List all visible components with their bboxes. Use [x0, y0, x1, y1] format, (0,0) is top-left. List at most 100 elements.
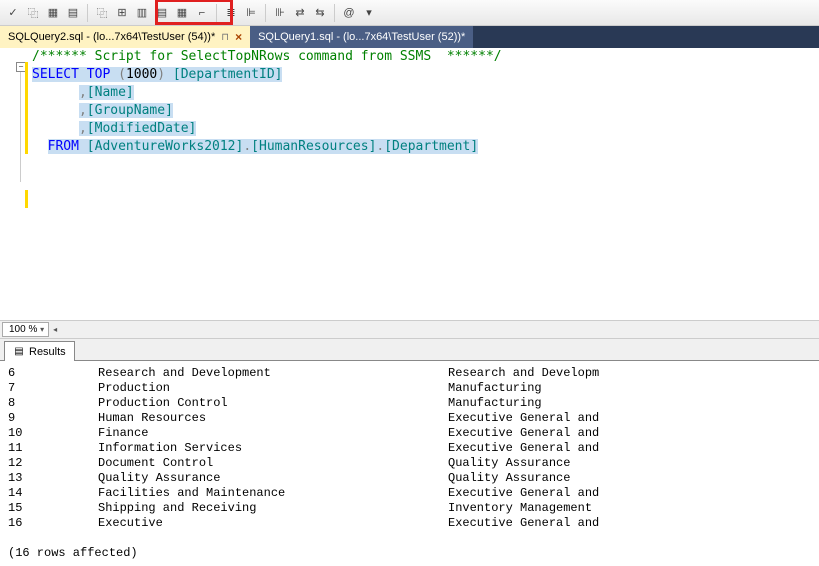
cell-group: Executive General and — [448, 426, 811, 441]
cell-id: 16 — [8, 516, 98, 531]
results-tab[interactable]: ▤ Results — [4, 341, 75, 361]
cell-id: 9 — [8, 411, 98, 426]
col-dept: [DepartmentID] — [173, 67, 283, 82]
change-marker — [25, 190, 28, 208]
tb-grid3-icon[interactable]: ▤ — [64, 4, 82, 22]
col-name: [Name] — [87, 85, 134, 100]
kw-top: TOP — [87, 67, 110, 82]
tb-at-icon[interactable]: @ — [340, 4, 358, 22]
tb-grid2-icon[interactable]: ▦ — [44, 4, 62, 22]
tb-indent2-icon[interactable]: ⊫ — [242, 4, 260, 22]
cell-name: Human Resources — [98, 411, 448, 426]
document-tabs: SQLQuery2.sql - (lo...7x64\TestUser (54)… — [0, 26, 819, 48]
cell-group: Research and Developm — [448, 366, 811, 381]
col-group: [GroupName] — [87, 103, 173, 118]
tb-indent3-icon[interactable]: ⊪ — [271, 4, 289, 22]
close-icon[interactable]: × — [235, 30, 242, 44]
cell-id: 14 — [8, 486, 98, 501]
tab-sqlquery1[interactable]: SQLQuery1.sql - (lo...7x64\TestUser (52)… — [250, 26, 473, 48]
cell-id: 11 — [8, 441, 98, 456]
cell-id: 12 — [8, 456, 98, 471]
tab-label: SQLQuery1.sql - (lo...7x64\TestUser (52)… — [258, 31, 465, 43]
tb-indent5-icon[interactable]: ⇆ — [311, 4, 329, 22]
tb-indent1-icon[interactable]: ≣ — [222, 4, 240, 22]
cell-id: 7 — [8, 381, 98, 396]
cell-id: 13 — [8, 471, 98, 486]
code-comment: /****** Script for SelectTopNRows comman… — [32, 49, 502, 64]
cell-name: Research and Development — [98, 366, 448, 381]
toolbar: ✓ ⿻ ▦ ▤ ⿻ ⊞ ▥ ▤ ▦ ⌐ ≣ ⊫ ⊪ ⇄ ⇆ @ ▾ — [0, 0, 819, 26]
tb-indent4-icon[interactable]: ⇄ — [291, 4, 309, 22]
tb-grid7-icon[interactable]: ▤ — [153, 4, 171, 22]
scroll-left-icon[interactable]: ◂ — [53, 325, 57, 334]
cell-id: 6 — [8, 366, 98, 381]
separator — [265, 4, 266, 22]
tab-label: SQLQuery2.sql - (lo...7x64\TestUser (54)… — [8, 31, 215, 43]
col-mod: [ModifiedDate] — [87, 121, 197, 136]
tb-grid9-icon[interactable]: ⌐ — [193, 4, 211, 22]
result-row[interactable]: 6Research and DevelopmentResearch and De… — [8, 366, 811, 381]
zoom-value: 100 % — [9, 324, 37, 335]
cell-group: Executive General and — [448, 411, 811, 426]
topn: 1000 — [126, 67, 157, 82]
cell-id: 8 — [8, 396, 98, 411]
result-row[interactable]: 12Document ControlQuality Assurance — [8, 456, 811, 471]
cell-name: Shipping and Receiving — [98, 501, 448, 516]
cell-group: Executive General and — [448, 516, 811, 531]
code-content: /****** Script for SelectTopNRows comman… — [32, 48, 819, 320]
kw-from: FROM — [48, 139, 79, 154]
cell-group: Quality Assurance — [448, 471, 811, 486]
results-panel[interactable]: 6Research and DevelopmentResearch and De… — [0, 360, 819, 566]
cell-name: Production Control — [98, 396, 448, 411]
tab-sqlquery2[interactable]: SQLQuery2.sql - (lo...7x64\TestUser (54)… — [0, 26, 250, 48]
tb-check-icon[interactable]: ✓ — [4, 4, 22, 22]
separator — [87, 4, 88, 22]
zoom-select[interactable]: 100 % ▾ — [2, 322, 49, 337]
cell-id: 10 — [8, 426, 98, 441]
separator — [216, 4, 217, 22]
pin-icon[interactable]: ⊓ — [221, 32, 229, 43]
sch: [HumanResources] — [251, 139, 376, 154]
cell-group: Quality Assurance — [448, 456, 811, 471]
cell-group: Executive General and — [448, 486, 811, 501]
results-icon: ▤ — [13, 346, 25, 358]
cell-name: Document Control — [98, 456, 448, 471]
result-row[interactable]: 7ProductionManufacturing — [8, 381, 811, 396]
code-editor[interactable]: − /****** Script for SelectTopNRows comm… — [0, 48, 819, 320]
cell-name: Quality Assurance — [98, 471, 448, 486]
cell-name: Finance — [98, 426, 448, 441]
cell-group: Manufacturing — [448, 396, 811, 411]
tb-dropdown-icon[interactable]: ▾ — [360, 4, 378, 22]
tb-grid5-icon[interactable]: ⊞ — [113, 4, 131, 22]
tb-grid1-icon[interactable]: ⿻ — [24, 4, 42, 22]
cell-group: Inventory Management — [448, 501, 811, 516]
tb-grid4-icon[interactable]: ⿻ — [93, 4, 111, 22]
result-row[interactable]: 16ExecutiveExecutive General and — [8, 516, 811, 531]
cell-name: Facilities and Maintenance — [98, 486, 448, 501]
result-row[interactable]: 8Production ControlManufacturing — [8, 396, 811, 411]
results-tab-label: Results — [29, 346, 66, 358]
results-header: ▤ Results — [0, 338, 819, 360]
fold-line — [20, 72, 21, 182]
editor-gutter: − — [0, 48, 28, 320]
cell-name: Executive — [98, 516, 448, 531]
dot: . — [243, 139, 251, 154]
result-row[interactable]: 14Facilities and MaintenanceExecutive Ge… — [8, 486, 811, 501]
tb-grid6-icon[interactable]: ▥ — [133, 4, 151, 22]
chevron-down-icon: ▾ — [40, 325, 44, 334]
rows-affected: (16 rows affected) — [8, 546, 811, 561]
result-row[interactable]: 15Shipping and ReceivingInventory Manage… — [8, 501, 811, 516]
kw-select: SELECT — [32, 67, 79, 82]
db: [AdventureWorks2012] — [87, 139, 244, 154]
result-row[interactable]: 13Quality AssuranceQuality Assurance — [8, 471, 811, 486]
zoom-bar: 100 % ▾ ◂ — [0, 320, 819, 338]
tbl: [Department] — [384, 139, 478, 154]
change-marker — [25, 62, 28, 154]
cell-name: Information Services — [98, 441, 448, 456]
result-row[interactable]: 11Information ServicesExecutive General … — [8, 441, 811, 456]
tb-grid8-icon[interactable]: ▦ — [173, 4, 191, 22]
cell-id: 15 — [8, 501, 98, 516]
result-row[interactable]: 10FinanceExecutive General and — [8, 426, 811, 441]
result-row[interactable]: 9Human ResourcesExecutive General and — [8, 411, 811, 426]
separator — [334, 4, 335, 22]
